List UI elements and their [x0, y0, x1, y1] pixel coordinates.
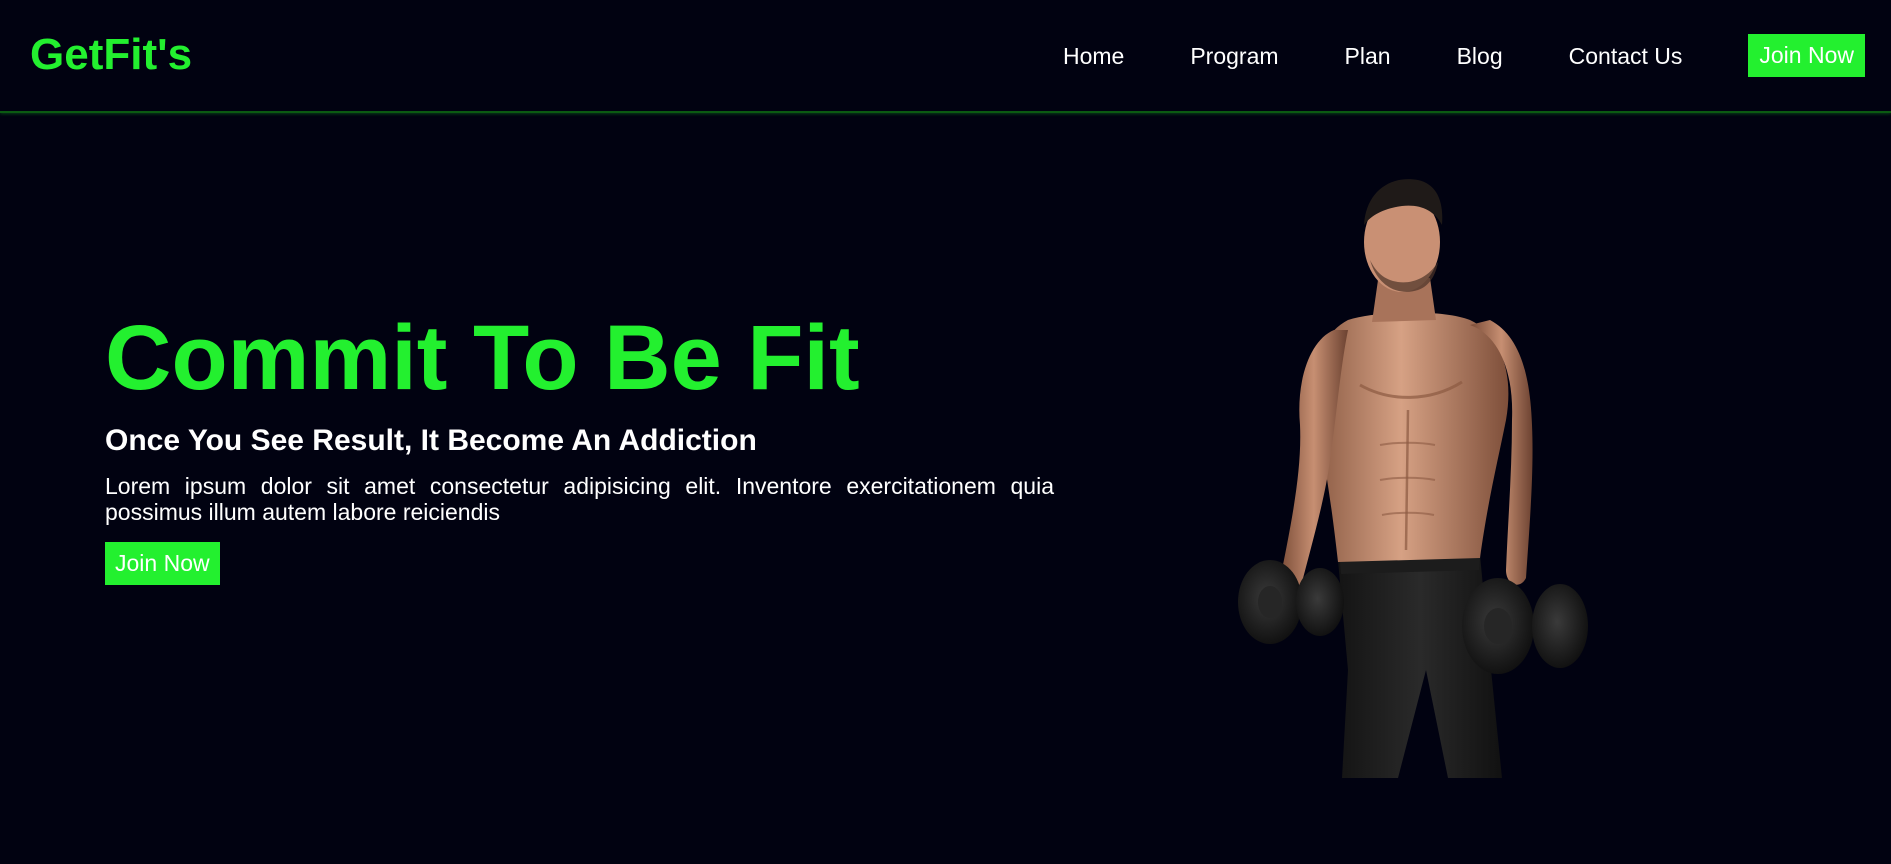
hero-join-now-button[interactable]: Join Now: [105, 542, 220, 585]
nav-link-program[interactable]: Program: [1190, 35, 1278, 77]
site-logo[interactable]: GetFit's: [30, 29, 192, 81]
hero-subtitle: Once You See Result, It Become An Addict…: [105, 424, 757, 457]
nav-join-now-button[interactable]: Join Now: [1748, 34, 1865, 77]
main-nav: Home Program Plan Blog Contact Us Join N…: [1063, 34, 1865, 77]
nav-link-contact-us[interactable]: Contact Us: [1569, 35, 1683, 77]
nav-link-blog[interactable]: Blog: [1457, 35, 1503, 77]
site-header: GetFit's Home Program Plan Blog Contact …: [0, 0, 1891, 113]
nav-link-plan[interactable]: Plan: [1345, 35, 1391, 77]
nav-link-home[interactable]: Home: [1063, 35, 1124, 77]
hero-athlete-image: [1230, 170, 1590, 780]
hero-section: Commit To Be Fit Once You See Result, It…: [105, 305, 1054, 585]
hero-title: Commit To Be Fit: [105, 307, 860, 409]
hero-description: Lorem ipsum dolor sit amet consectetur a…: [105, 473, 1054, 525]
